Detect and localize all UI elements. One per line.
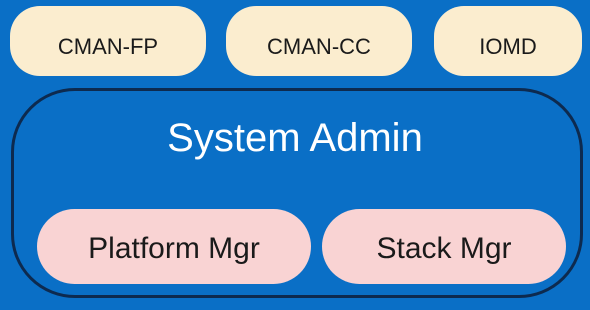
cman-fp-label: CMAN-FP [57, 34, 159, 59]
stack-mgr-label: Stack Mgr [376, 231, 512, 265]
cman-cc-component: CMAN-CC [226, 6, 412, 76]
platform-mgr-component: Platform Mgr [37, 209, 311, 284]
iomd-component: IOMD [434, 6, 582, 76]
cman-fp-component: CMAN-FP [10, 6, 206, 76]
platform-mgr-label: Platform Mgr [88, 231, 260, 265]
cman-cc-label: CMAN-CC [267, 34, 371, 59]
system-admin-title: System Admin [167, 116, 423, 160]
iomd-label: IOMD [479, 34, 537, 59]
stack-mgr-component: Stack Mgr [322, 209, 566, 284]
